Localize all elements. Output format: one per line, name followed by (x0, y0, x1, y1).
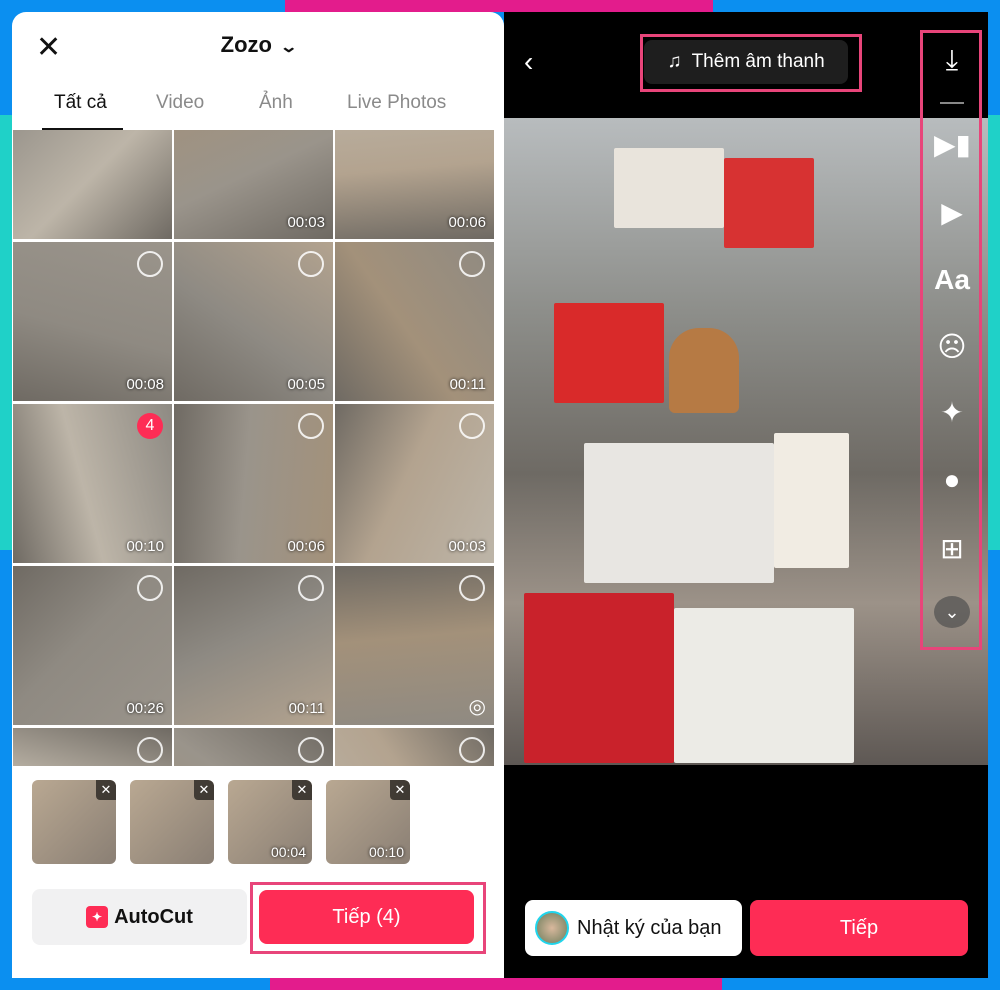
tab-video[interactable]: Video (156, 92, 204, 114)
duration-label: 00:03 (287, 214, 325, 231)
remove-icon[interactable]: ✕ (96, 780, 116, 800)
tab-photos[interactable]: Ảnh (259, 92, 293, 114)
media-thumbnail[interactable] (13, 728, 172, 766)
select-circle[interactable] (137, 737, 163, 763)
duration-label: 00:11 (449, 376, 486, 393)
media-thumbnail[interactable] (13, 130, 172, 239)
duration-label: 00:10 (368, 844, 404, 860)
media-thumbnail[interactable]: 4 00:10 (13, 404, 172, 563)
album-name: Zozo (220, 32, 272, 57)
diary-label: Nhật ký của bạn (577, 916, 722, 939)
media-thumbnail[interactable]: 00:11 (335, 242, 494, 401)
media-grid: 00:03 00:06 00:08 00:05 00:11 4 00:10 00:06 00:0… (13, 130, 495, 766)
remove-icon[interactable]: ✕ (292, 780, 312, 800)
media-thumbnail[interactable]: 00:26 (13, 566, 172, 725)
remove-icon[interactable]: ✕ (194, 780, 214, 800)
duration-label: 00:26 (126, 700, 164, 717)
selected-thumbnail[interactable]: ✕ 00:10 (326, 780, 410, 864)
dog (669, 328, 739, 413)
duration-label: 00:04 (270, 844, 306, 860)
next-button[interactable]: Tiếp (750, 900, 968, 956)
select-circle[interactable] (137, 575, 163, 601)
tab-all[interactable]: Tất cả (42, 92, 123, 131)
frame-pink-bottom (270, 978, 722, 990)
media-thumbnail[interactable]: 00:08 (13, 242, 172, 401)
autocut-label: AutoCut (114, 905, 193, 928)
album-selector[interactable]: Zozo ⌄ (12, 32, 504, 58)
duration-label: 00:05 (287, 376, 325, 393)
media-thumbnail[interactable]: 00:03 (174, 130, 333, 239)
selected-thumbnail[interactable]: ✕ (32, 780, 116, 864)
selected-thumbnail[interactable]: ✕ (130, 780, 214, 864)
remove-icon[interactable]: ✕ (390, 780, 410, 800)
media-thumbnail[interactable] (174, 728, 333, 766)
select-circle[interactable] (459, 251, 485, 277)
tab-live-photos[interactable]: Live Photos (347, 92, 446, 114)
selection-badge[interactable]: 4 (137, 413, 163, 439)
media-thumbnail[interactable]: ◎ (335, 566, 494, 725)
media-thumbnail[interactable]: 00:06 (174, 404, 333, 563)
avatar (535, 911, 569, 945)
media-thumbnail[interactable]: 00:11 (174, 566, 333, 725)
next-button[interactable]: Tiếp (4) (259, 890, 474, 944)
product-box (614, 148, 724, 228)
frame-teal-right (988, 115, 1000, 550)
live-photo-icon: ◎ (468, 696, 486, 718)
select-circle[interactable] (459, 575, 485, 601)
gallery-header: ✕ Zozo ⌄ Tất cả Video Ảnh Live Photos (12, 12, 504, 131)
highlight-box (920, 30, 982, 650)
product-box (724, 158, 814, 248)
duration-label: 00:06 (448, 214, 486, 231)
autocut-icon: ✦ (86, 906, 109, 928)
duration-label: 00:06 (287, 538, 325, 555)
select-circle[interactable] (459, 413, 485, 439)
frame-teal-left (0, 115, 12, 550)
select-circle[interactable] (298, 575, 324, 601)
product-box (674, 608, 854, 763)
media-tabs: Tất cả Video Ảnh Live Photos (12, 92, 504, 131)
product-box (524, 593, 674, 763)
video-preview[interactable] (504, 118, 988, 765)
select-circle[interactable] (137, 251, 163, 277)
select-circle[interactable] (298, 413, 324, 439)
product-box (554, 303, 664, 403)
duration-label: 00:08 (126, 376, 164, 393)
media-thumbnail[interactable] (335, 728, 494, 766)
highlight-box (640, 34, 862, 92)
media-thumbnail[interactable]: 00:05 (174, 242, 333, 401)
select-circle[interactable] (298, 251, 324, 277)
back-icon[interactable]: ‹ (524, 46, 533, 78)
frame-pink-top (285, 0, 713, 12)
duration-label: 00:10 (126, 538, 164, 555)
media-thumbnail[interactable]: 00:06 (335, 130, 494, 239)
duration-label: 00:11 (288, 700, 325, 717)
duration-label: 00:03 (448, 538, 486, 555)
select-circle[interactable] (298, 737, 324, 763)
product-box (774, 433, 849, 568)
selected-thumbnail[interactable]: ✕ 00:04 (228, 780, 312, 864)
chevron-down-icon: ⌄ (279, 39, 299, 56)
product-box (584, 443, 774, 583)
media-thumbnail[interactable]: 00:03 (335, 404, 494, 563)
gallery-screen: ✕ Zozo ⌄ Tất cả Video Ảnh Live Photos 00:… (12, 12, 504, 978)
autocut-button[interactable]: ✦ AutoCut (32, 889, 247, 945)
select-circle[interactable] (459, 737, 485, 763)
your-diary-button[interactable]: Nhật ký của bạn (525, 900, 742, 956)
editor-screen: ‹ ♫ Thêm âm thanh ⤓ ▶▮ ▶ Aa ☹ ✦ ● ⊞ ⌄ Nhậ… (504, 12, 988, 978)
